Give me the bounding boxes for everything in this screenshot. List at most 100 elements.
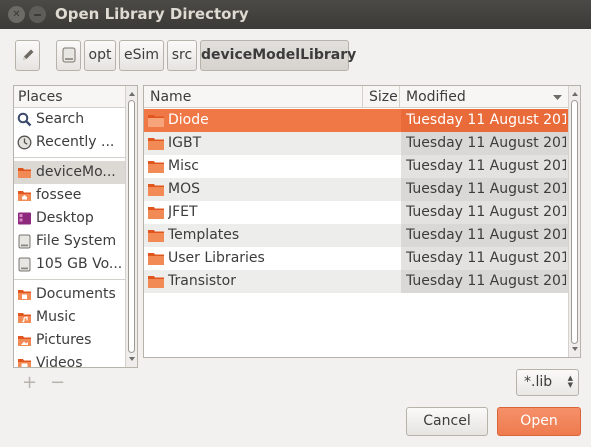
file-modified: Tuesday 11 August 2015 <box>406 158 566 174</box>
folder-icon <box>148 138 164 150</box>
places-scrollbar[interactable] <box>125 86 137 367</box>
drive-icon <box>18 257 31 272</box>
place-label: 105 GB Vo... <box>36 256 123 272</box>
place-documents[interactable]: Documents <box>14 283 137 306</box>
file-modified: Tuesday 11 August 2015 <box>406 227 566 243</box>
scroll-up-arrow[interactable] <box>572 92 578 96</box>
place-search[interactable]: Search <box>14 108 137 131</box>
remove-bookmark-button[interactable]: − <box>50 372 65 393</box>
place-105gb-volume[interactable]: 105 GB Vo... <box>14 253 137 276</box>
scroll-thumb[interactable] <box>571 100 578 344</box>
places-separator <box>14 157 137 158</box>
clock-icon <box>17 135 32 150</box>
place-label: Search <box>36 111 85 127</box>
file-modified: Tuesday 11 August 2015 <box>406 181 566 197</box>
file-list: Name Size Modified Diode Tuesday 11 Augu… <box>143 85 581 358</box>
file-list-header: Name Size Modified <box>144 86 568 108</box>
column-name-header[interactable]: Name <box>144 86 363 108</box>
place-recently-used[interactable]: Recently ... <box>14 131 137 154</box>
file-name: Templates <box>168 227 240 243</box>
place-label: Documents <box>36 286 116 302</box>
edit-location-button[interactable] <box>15 40 40 71</box>
column-modified-header[interactable]: Modified <box>400 86 568 108</box>
magnifier-icon <box>17 112 32 127</box>
place-label: Pictures <box>36 332 92 348</box>
file-name: MOS <box>168 181 200 197</box>
file-size <box>368 155 398 178</box>
folder-icon <box>148 253 164 265</box>
folder-icon <box>148 161 164 173</box>
file-row-jfet[interactable]: JFET Tuesday 11 August 2015 <box>144 201 568 224</box>
path-bar: opt eSim src deviceModelLibrary <box>0 40 591 72</box>
file-size <box>368 247 398 270</box>
place-file-system[interactable]: File System <box>14 230 137 253</box>
title-bar: ✕ Open Library Directory <box>0 0 591 29</box>
file-row-misc[interactable]: Misc Tuesday 11 August 2015 <box>144 155 568 178</box>
places-header: Places <box>14 86 137 108</box>
place-label: File System <box>36 233 117 249</box>
file-modified: Tuesday 11 August 2015 <box>406 112 566 128</box>
scroll-down-arrow[interactable] <box>129 357 135 361</box>
documents-icon <box>18 290 31 300</box>
close-window-button[interactable]: ✕ <box>8 6 25 23</box>
place-label: Music <box>36 309 76 325</box>
file-row-mos[interactable]: MOS Tuesday 11 August 2015 <box>144 178 568 201</box>
places-separator <box>14 279 137 280</box>
folder-icon <box>148 115 164 127</box>
place-devicemodellibrary[interactable]: deviceMo... <box>14 161 137 184</box>
scroll-down-arrow[interactable] <box>572 347 578 351</box>
column-size-header[interactable]: Size <box>363 86 400 108</box>
file-size <box>368 201 398 224</box>
videos-icon <box>18 359 31 367</box>
place-label: fossee <box>36 187 82 203</box>
open-button[interactable]: Open <box>497 407 581 436</box>
path-segment-esim[interactable]: eSim <box>119 40 164 71</box>
music-icon <box>18 313 31 323</box>
file-size <box>368 132 398 155</box>
updown-arrows-icon: ▲ ▼ <box>567 374 573 389</box>
file-modified: Tuesday 11 August 2015 <box>406 250 566 266</box>
folder-icon <box>148 276 164 288</box>
file-name: JFET <box>168 204 198 220</box>
add-bookmark-button[interactable]: + <box>22 372 37 393</box>
cancel-button[interactable]: Cancel <box>406 407 488 436</box>
path-root-drive-button[interactable] <box>56 40 81 71</box>
place-music[interactable]: Music <box>14 306 137 329</box>
place-pictures[interactable]: Pictures <box>14 329 137 352</box>
scroll-up-arrow[interactable] <box>129 92 135 96</box>
place-fossee[interactable]: fossee <box>14 184 137 207</box>
path-segment-opt[interactable]: opt <box>84 40 116 71</box>
file-modified: Tuesday 11 August 2015 <box>406 204 566 220</box>
file-list-scrollbar[interactable] <box>568 86 580 357</box>
file-row-transistor[interactable]: Transistor Tuesday 11 August 2015 <box>144 270 568 293</box>
home-folder-icon <box>18 191 31 201</box>
file-name: Misc <box>168 158 199 174</box>
scroll-thumb[interactable] <box>128 100 135 353</box>
path-segment-src[interactable]: src <box>167 40 197 71</box>
place-label: deviceMo... <box>36 164 116 180</box>
file-size <box>368 224 398 247</box>
file-filter-select[interactable]: *.lib ▲ ▼ <box>516 369 579 396</box>
place-videos[interactable]: Videos <box>14 352 137 368</box>
file-row-diode[interactable]: Diode Tuesday 11 August 2015 <box>144 109 568 132</box>
folder-icon <box>148 184 164 196</box>
file-row-templates[interactable]: Templates Tuesday 11 August 2015 <box>144 224 568 247</box>
place-label: Videos <box>36 355 83 368</box>
file-row-igbt[interactable]: IGBT Tuesday 11 August 2015 <box>144 132 568 155</box>
folder-icon <box>148 230 164 242</box>
desktop-icon <box>18 212 31 225</box>
file-name: User Libraries <box>168 250 265 266</box>
pictures-icon <box>18 336 31 346</box>
place-label: Recently ... <box>36 134 115 150</box>
path-segment-devicemodellibrary[interactable]: deviceModelLibrary <box>200 40 356 71</box>
sort-descending-icon <box>553 95 562 100</box>
folder-icon <box>18 168 31 178</box>
column-modified-label: Modified <box>406 89 466 105</box>
file-row-user-libraries[interactable]: User Libraries Tuesday 11 August 2015 <box>144 247 568 270</box>
minimize-window-button[interactable] <box>29 6 46 23</box>
file-modified: Tuesday 11 August 2015 <box>406 135 566 151</box>
file-size <box>368 270 398 293</box>
place-label: Desktop <box>36 210 94 226</box>
place-desktop[interactable]: Desktop <box>14 207 137 230</box>
places-sidebar: Places Search Recently ... deviceMo... f… <box>13 85 138 368</box>
